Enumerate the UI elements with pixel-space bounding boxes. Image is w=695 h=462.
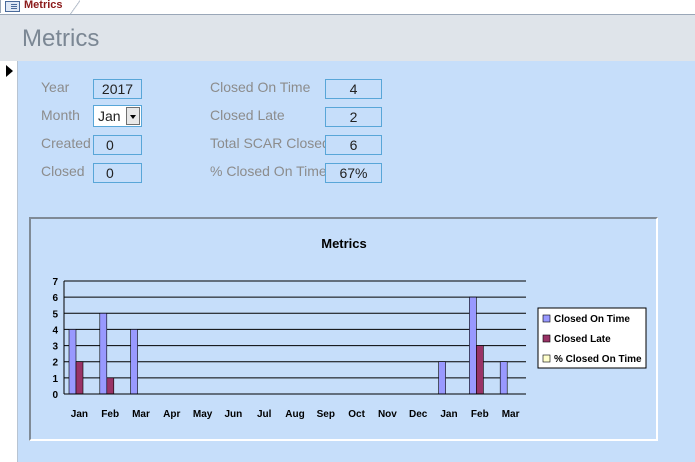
bar-closed-on-time [438,361,446,395]
x-tick-label: Apr [163,409,180,420]
tab-metrics-label: Metrics [24,0,63,11]
tab-edge [70,0,80,14]
chart-x-ticks: Jan Feb Mar Apr May Jun Jul Aug Sep Oct Nov Dec Jan F… [71,409,520,420]
legend-swatch [542,354,551,363]
y-tick-label: 3 [52,342,58,353]
y-tick-label: 5 [52,309,58,320]
closed-field[interactable]: 0 [93,163,142,183]
bar-closed-on-time [130,329,138,395]
chart-title: Metrics [321,236,367,251]
current-record-arrow-icon [6,65,13,77]
month-dropdown[interactable]: Jan [93,105,142,127]
x-tick-label: Jan [71,409,88,420]
chart-legend: Closed On Time Closed Late % Closed On Tim… [537,307,647,369]
month-value: Jan [98,108,121,124]
document-tab-strip: Metrics [0,0,695,15]
form-header: Metrics [0,15,695,61]
year-label: Year [41,79,70,95]
month-label: Month [41,107,80,123]
year-field[interactable]: 2017 [93,79,142,99]
month-dropdown-button[interactable] [126,107,140,125]
y-tick-label: 0 [52,390,58,401]
x-tick-label: Aug [285,409,304,420]
legend-label: % Closed On Time [554,354,642,365]
y-tick-label: 6 [52,293,58,304]
y-tick-label: 4 [52,325,58,336]
closed-on-time-field[interactable]: 4 [325,79,382,99]
total-scar-closed-label: Total SCAR Closed [210,135,330,151]
bar-closed-late [476,345,484,395]
metrics-chart-frame[interactable]: Metrics 0 1 2 3 4 5 6 7 Jan Feb Mar Apr May Jun Jul Au… [29,217,658,441]
x-tick-label: Mar [502,409,520,420]
form-icon [5,1,20,12]
x-tick-label: Feb [471,409,489,420]
chevron-down-icon [130,115,136,119]
total-scar-closed-field[interactable]: 6 [325,135,382,155]
legend-swatch [542,334,551,343]
y-tick-label: 2 [52,358,58,369]
chart-y-ticks: 0 1 2 3 4 5 6 7 [52,277,58,401]
closed-on-time-label: Closed On Time [210,79,311,95]
x-tick-label: Sep [317,409,335,420]
metrics-chart: Metrics 0 1 2 3 4 5 6 7 Jan Feb Mar Apr May Jun Jul Au… [52,236,647,420]
tab-metrics[interactable]: Metrics [0,0,74,13]
created-label: Created [41,135,91,151]
bar-closed-late [75,361,84,395]
bar-closed-on-time [499,361,508,395]
created-field[interactable]: 0 [93,135,142,155]
x-tick-label: Jan [440,409,457,420]
y-tick-label: 7 [52,277,58,288]
x-tick-label: Jul [257,409,272,420]
bar-closed-on-time [68,329,77,395]
form-detail: Year 2017 Month Jan Created 0 Closed 0 C… [18,61,695,462]
bar-closed-late [106,377,115,395]
record-selector[interactable] [0,61,18,462]
closed-label: Closed [41,163,85,179]
y-tick-label: 1 [52,374,58,385]
pct-closed-on-time-label: % Closed On Time [210,163,327,179]
legend-swatch [542,314,551,323]
x-tick-label: Mar [132,409,150,420]
x-tick-label: Dec [409,409,428,420]
x-tick-label: Jun [225,409,243,420]
bar-closed-on-time [99,312,108,395]
page-title: Metrics [22,25,100,52]
x-tick-label: Feb [101,409,119,420]
x-tick-label: Oct [348,409,365,420]
closed-late-label: Closed Late [210,107,285,123]
closed-late-field[interactable]: 2 [325,107,382,127]
pct-closed-on-time-field[interactable]: 67% [325,163,382,183]
bar-closed-on-time [469,296,477,395]
legend-label: Closed Late [554,334,611,345]
legend-label: Closed On Time [554,314,630,325]
x-tick-label: May [193,409,213,420]
x-tick-label: Nov [378,409,397,420]
